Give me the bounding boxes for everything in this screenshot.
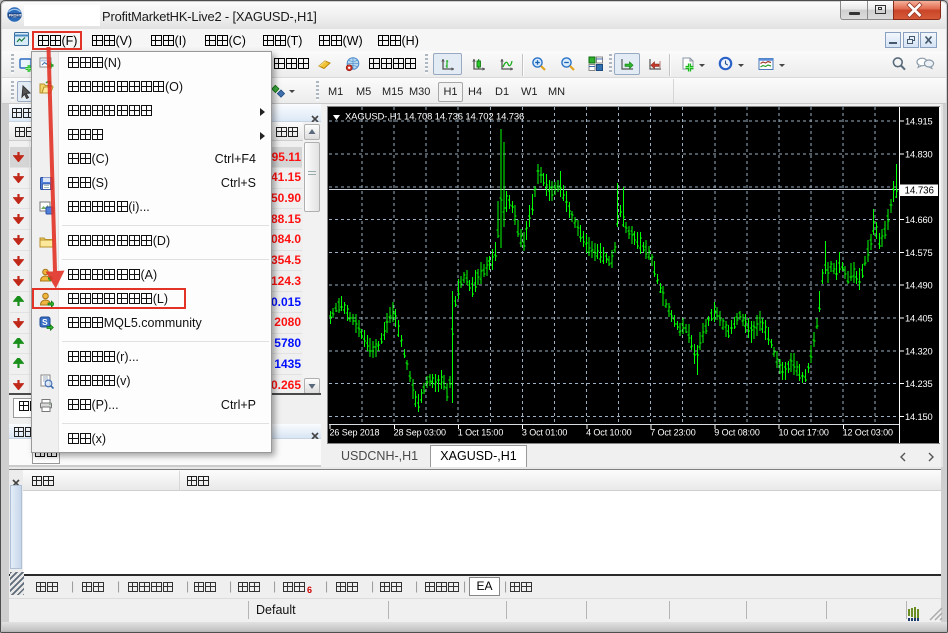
svg-text:14.575: 14.575 — [905, 248, 933, 258]
svg-text:S: S — [42, 317, 48, 327]
svg-text:7 Oct 23:00: 7 Oct 23:00 — [650, 428, 696, 438]
svg-text:14.830: 14.830 — [905, 150, 933, 160]
svg-text:14.915: 14.915 — [905, 117, 933, 127]
svg-text:14.736: 14.736 — [905, 186, 935, 197]
svg-text:XAGUSD-,H1 14.708 14.736 14.7: XAGUSD-,H1 14.708 14.736 14.702 14.736 — [345, 112, 524, 123]
svg-text:14.235: 14.235 — [905, 379, 933, 389]
svg-text:10 Oct 17:00: 10 Oct 17:00 — [779, 428, 829, 438]
svg-text:PROFIT: PROFIT — [9, 14, 23, 18]
svg-text:26 Sep 2018: 26 Sep 2018 — [330, 428, 380, 438]
svg-text:14.490: 14.490 — [905, 281, 933, 291]
svg-text:3 Oct 01:00: 3 Oct 01:00 — [522, 428, 568, 438]
svg-text:14.150: 14.150 — [905, 412, 933, 422]
svg-text:14.405: 14.405 — [905, 314, 933, 324]
svg-text:4 Oct 10:00: 4 Oct 10:00 — [586, 428, 632, 438]
svg-text:14.660: 14.660 — [905, 215, 933, 225]
svg-text:28 Sep 03:00: 28 Sep 03:00 — [394, 428, 446, 438]
svg-text:12 Oct 03:00: 12 Oct 03:00 — [843, 428, 893, 438]
svg-text:9 Oct 08:00: 9 Oct 08:00 — [714, 428, 760, 438]
svg-text:14.320: 14.320 — [905, 346, 933, 356]
svg-text:1 Oct 15:00: 1 Oct 15:00 — [458, 428, 504, 438]
